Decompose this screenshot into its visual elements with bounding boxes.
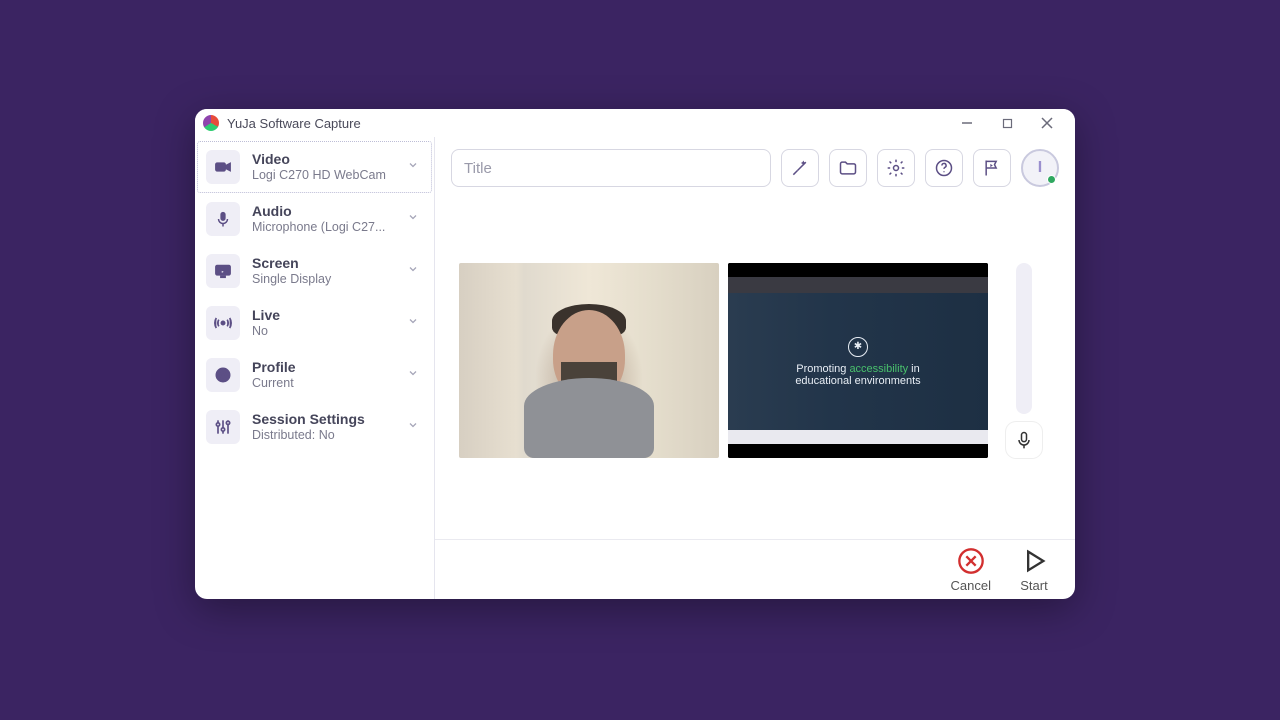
main-panel: I ✱ <box>435 137 1075 599</box>
flag-play-icon <box>982 158 1002 178</box>
chevron-down-icon <box>407 262 421 280</box>
pen-spark-icon <box>790 158 810 178</box>
app-icon <box>203 115 219 131</box>
sidebar-item-sub: Distributed: No <box>252 428 392 443</box>
globe-icon: ✱ <box>848 337 868 357</box>
monitor-icon <box>206 254 240 288</box>
sidebar-item-sub: No <box>252 324 392 339</box>
screen-preview[interactable]: ✱ Promoting accessibility in educational… <box>728 263 988 458</box>
window-title: YuJa Software Capture <box>227 116 361 131</box>
preview-area: ✱ Promoting accessibility in educational… <box>435 197 1075 539</box>
audio-level-meter <box>1016 263 1032 414</box>
app-window: YuJa Software Capture Video Logi C270 HD… <box>195 109 1075 599</box>
sidebar-item-sub: Single Display <box>252 272 392 287</box>
sidebar-item-audio[interactable]: Audio Microphone (Logi C27... <box>197 193 432 245</box>
settings-button[interactable] <box>877 149 915 187</box>
sidebar-item-session-settings[interactable]: Session Settings Distributed: No <box>197 401 432 453</box>
sidebar-item-sub: Logi C270 HD WebCam <box>252 168 392 183</box>
chevron-down-icon <box>407 158 421 176</box>
sidebar-item-title: Live <box>252 307 395 324</box>
sidebar-item-sub: Microphone (Logi C27... <box>252 220 392 235</box>
help-button[interactable] <box>925 149 963 187</box>
annotate-button[interactable] <box>781 149 819 187</box>
avatar-initial: I <box>1038 159 1042 177</box>
titlebar: YuJa Software Capture <box>195 109 1075 137</box>
start-button[interactable]: Start <box>1019 546 1049 593</box>
cancel-icon <box>957 547 985 575</box>
sidebar-item-screen[interactable]: Screen Single Display <box>197 245 432 297</box>
presence-dot-icon <box>1047 175 1056 184</box>
library-button[interactable] <box>829 149 867 187</box>
sidebar-item-title: Audio <box>252 203 395 220</box>
sidebar-item-sub: Current <box>252 376 392 391</box>
gear-icon <box>886 158 906 178</box>
play-icon <box>1020 547 1048 575</box>
top-toolbar: I <box>435 137 1075 197</box>
folder-icon <box>838 158 858 178</box>
minimize-icon <box>961 117 973 129</box>
cancel-label: Cancel <box>951 578 991 593</box>
audio-level-column <box>1006 263 1042 458</box>
sidebar-item-title: Screen <box>252 255 395 272</box>
sidebar-item-profile[interactable]: Profile Current <box>197 349 432 401</box>
microphone-icon <box>1014 430 1034 450</box>
footer: Cancel Start <box>435 539 1075 599</box>
account-avatar[interactable]: I <box>1021 149 1059 187</box>
tour-button[interactable] <box>973 149 1011 187</box>
close-button[interactable] <box>1027 111 1067 135</box>
sidebar-item-video[interactable]: Video Logi C270 HD WebCam <box>197 141 432 193</box>
title-input[interactable] <box>451 149 771 187</box>
target-icon <box>206 358 240 392</box>
sidebar-item-title: Video <box>252 151 395 168</box>
screen-preview-text-2: educational environments <box>795 375 920 387</box>
webcam-preview[interactable] <box>459 263 719 458</box>
question-gear-icon <box>934 158 954 178</box>
sidebar-item-live[interactable]: Live No <box>197 297 432 349</box>
chevron-down-icon <box>407 366 421 384</box>
sidebar: Video Logi C270 HD WebCam Audio Micropho… <box>195 137 435 599</box>
broadcast-icon <box>206 306 240 340</box>
maximize-icon <box>1002 118 1013 129</box>
cancel-button[interactable]: Cancel <box>951 546 991 593</box>
mic-indicator[interactable] <box>1006 422 1042 458</box>
chevron-down-icon <box>407 210 421 228</box>
sidebar-item-title: Profile <box>252 359 395 376</box>
maximize-button[interactable] <box>987 111 1027 135</box>
video-icon <box>206 150 240 184</box>
close-icon <box>1041 117 1053 129</box>
sidebar-item-title: Session Settings <box>252 411 395 428</box>
start-label: Start <box>1020 578 1047 593</box>
chevron-down-icon <box>407 418 421 436</box>
sliders-icon <box>206 410 240 444</box>
screen-preview-text: Promoting accessibility in <box>796 363 920 375</box>
microphone-icon <box>206 202 240 236</box>
minimize-button[interactable] <box>947 111 987 135</box>
chevron-down-icon <box>407 314 421 332</box>
